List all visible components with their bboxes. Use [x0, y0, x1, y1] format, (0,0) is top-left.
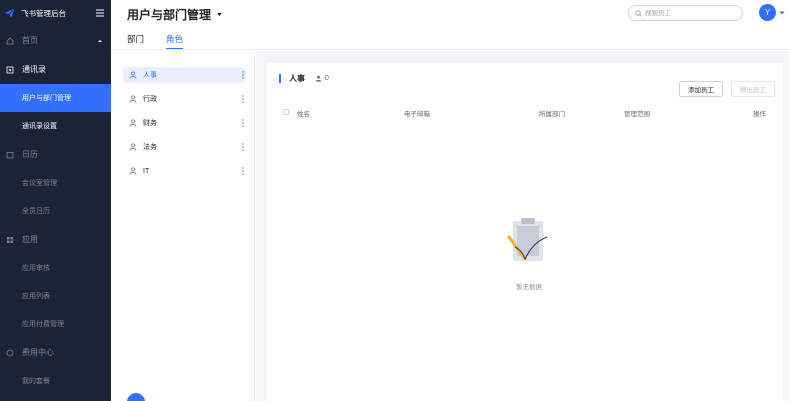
- page-title[interactable]: 用户与部门管理: [127, 6, 223, 23]
- brand: 飞书管理后台: [0, 0, 111, 26]
- caret-down-icon: [217, 13, 223, 16]
- main-content: 人事 0 添加员工 移出员工 姓名 电子邮箱 所属部门 管理范围 操作 暂无数据: [256, 51, 789, 401]
- add-member-button[interactable]: 添加员工: [679, 81, 723, 97]
- member-count: 0: [325, 75, 329, 82]
- nav-item-user-dept-management[interactable]: 用户与部门管理: [0, 84, 111, 112]
- nav-group-label: 日历: [22, 150, 38, 159]
- role-list: 人事 行政 财务 法务 IT: [111, 51, 255, 401]
- menu-collapse-icon[interactable]: [95, 8, 105, 18]
- role-item-legal[interactable]: 法务: [123, 139, 246, 155]
- nav-group-contacts[interactable]: 通讯录: [0, 55, 111, 84]
- nav-item-contacts-settings[interactable]: 通讯录设置: [0, 112, 111, 140]
- empty-clipboard-icon: [507, 218, 548, 261]
- tabs: 部门 角色: [127, 33, 205, 49]
- search-box[interactable]: [628, 5, 743, 21]
- more-vertical-icon[interactable]: [240, 166, 246, 176]
- nav-group-label: 费用中心: [22, 348, 54, 357]
- role-members-card: 人事 0 添加员工 移出员工 姓名 电子邮箱 所属部门 管理范围 操作 暂无数据: [267, 63, 783, 401]
- column-department: 所属部门: [539, 111, 565, 118]
- member-count-icon: [315, 75, 322, 82]
- column-scope: 管理范围: [624, 111, 650, 118]
- role-item-hr[interactable]: 人事: [123, 67, 246, 83]
- role-label: IT: [143, 167, 150, 175]
- user-icon: [129, 167, 137, 175]
- nav-group-label: 通讯录: [22, 65, 46, 74]
- role-item-finance[interactable]: 财务: [123, 115, 246, 131]
- tab-roles[interactable]: 角色: [166, 33, 184, 49]
- column-email: 电子邮箱: [404, 111, 430, 118]
- role-title: 人事: [289, 74, 305, 83]
- user-icon: [129, 71, 137, 79]
- more-vertical-icon[interactable]: [240, 94, 246, 104]
- more-vertical-icon[interactable]: [240, 70, 246, 80]
- page-title-text: 用户与部门管理: [127, 8, 212, 22]
- role-label: 行政: [143, 96, 157, 103]
- nav-item-my-plan[interactable]: 我的套餐: [0, 367, 111, 395]
- sidebar: 飞书管理后台 首页 通讯录 用户与部门管理 通讯录设置 日历 会议室管理 全员日…: [0, 0, 111, 401]
- nav-group-billing-center[interactable]: 费用中心: [0, 338, 111, 367]
- nav-item-app-review[interactable]: 应用审核: [0, 254, 111, 282]
- avatar[interactable]: Y: [759, 4, 776, 21]
- nav-group-home[interactable]: 首页: [0, 26, 111, 55]
- apps-grid-icon: [7, 236, 13, 243]
- role-label: 人事: [143, 72, 157, 79]
- paper-plane-logo-icon: [5, 7, 16, 18]
- home-icon: [6, 36, 14, 44]
- user-icon: [129, 95, 137, 103]
- role-label: 财务: [143, 120, 157, 127]
- more-vertical-icon[interactable]: [240, 118, 246, 128]
- empty-state-text: 暂无数据: [516, 284, 542, 291]
- role-label: 法务: [143, 144, 157, 151]
- nav-group-label: 应用: [22, 235, 38, 244]
- column-name: 姓名: [297, 111, 310, 118]
- brand-name: 飞书管理后台: [21, 8, 66, 18]
- user-icon: [129, 143, 137, 151]
- nav-item-app-billing[interactable]: 应用付费管理: [0, 310, 111, 338]
- nav-item-all-staff-calendar[interactable]: 全员日历: [0, 197, 111, 225]
- avatar-caret-icon[interactable]: [779, 10, 785, 16]
- nav-group-apps[interactable]: 应用: [0, 225, 111, 254]
- more-vertical-icon[interactable]: [240, 142, 246, 152]
- help-fab-button[interactable]: [127, 393, 145, 401]
- header: 用户与部门管理 部门 角色 Y: [111, 0, 789, 50]
- tab-departments[interactable]: 部门: [127, 33, 144, 49]
- role-members-header: 人事 0: [279, 73, 329, 84]
- calendar-icon: [6, 151, 14, 158]
- role-item-it[interactable]: IT: [123, 163, 246, 179]
- nav-group-calendar[interactable]: 日历: [0, 140, 111, 169]
- nav-group-label: 首页: [22, 36, 38, 45]
- user-icon: [129, 119, 137, 127]
- search-icon: [635, 9, 642, 17]
- column-actions: 操作: [753, 111, 766, 118]
- nav-item-meeting-rooms[interactable]: 会议室管理: [0, 169, 111, 197]
- title-accent-bar: [279, 74, 281, 83]
- contacts-icon: [6, 66, 14, 73]
- role-item-admin[interactable]: 行政: [123, 91, 246, 107]
- nav-item-app-list[interactable]: 应用列表: [0, 282, 111, 310]
- empty-state: [499, 215, 559, 277]
- table-header: 姓名 电子邮箱 所属部门 管理范围 操作: [279, 106, 775, 120]
- chevron-up-icon: [98, 39, 102, 42]
- coin-icon: [6, 349, 14, 356]
- remove-member-button[interactable]: 移出员工: [731, 81, 775, 97]
- search-input[interactable]: [645, 9, 730, 17]
- select-all-checkbox[interactable]: [283, 109, 289, 115]
